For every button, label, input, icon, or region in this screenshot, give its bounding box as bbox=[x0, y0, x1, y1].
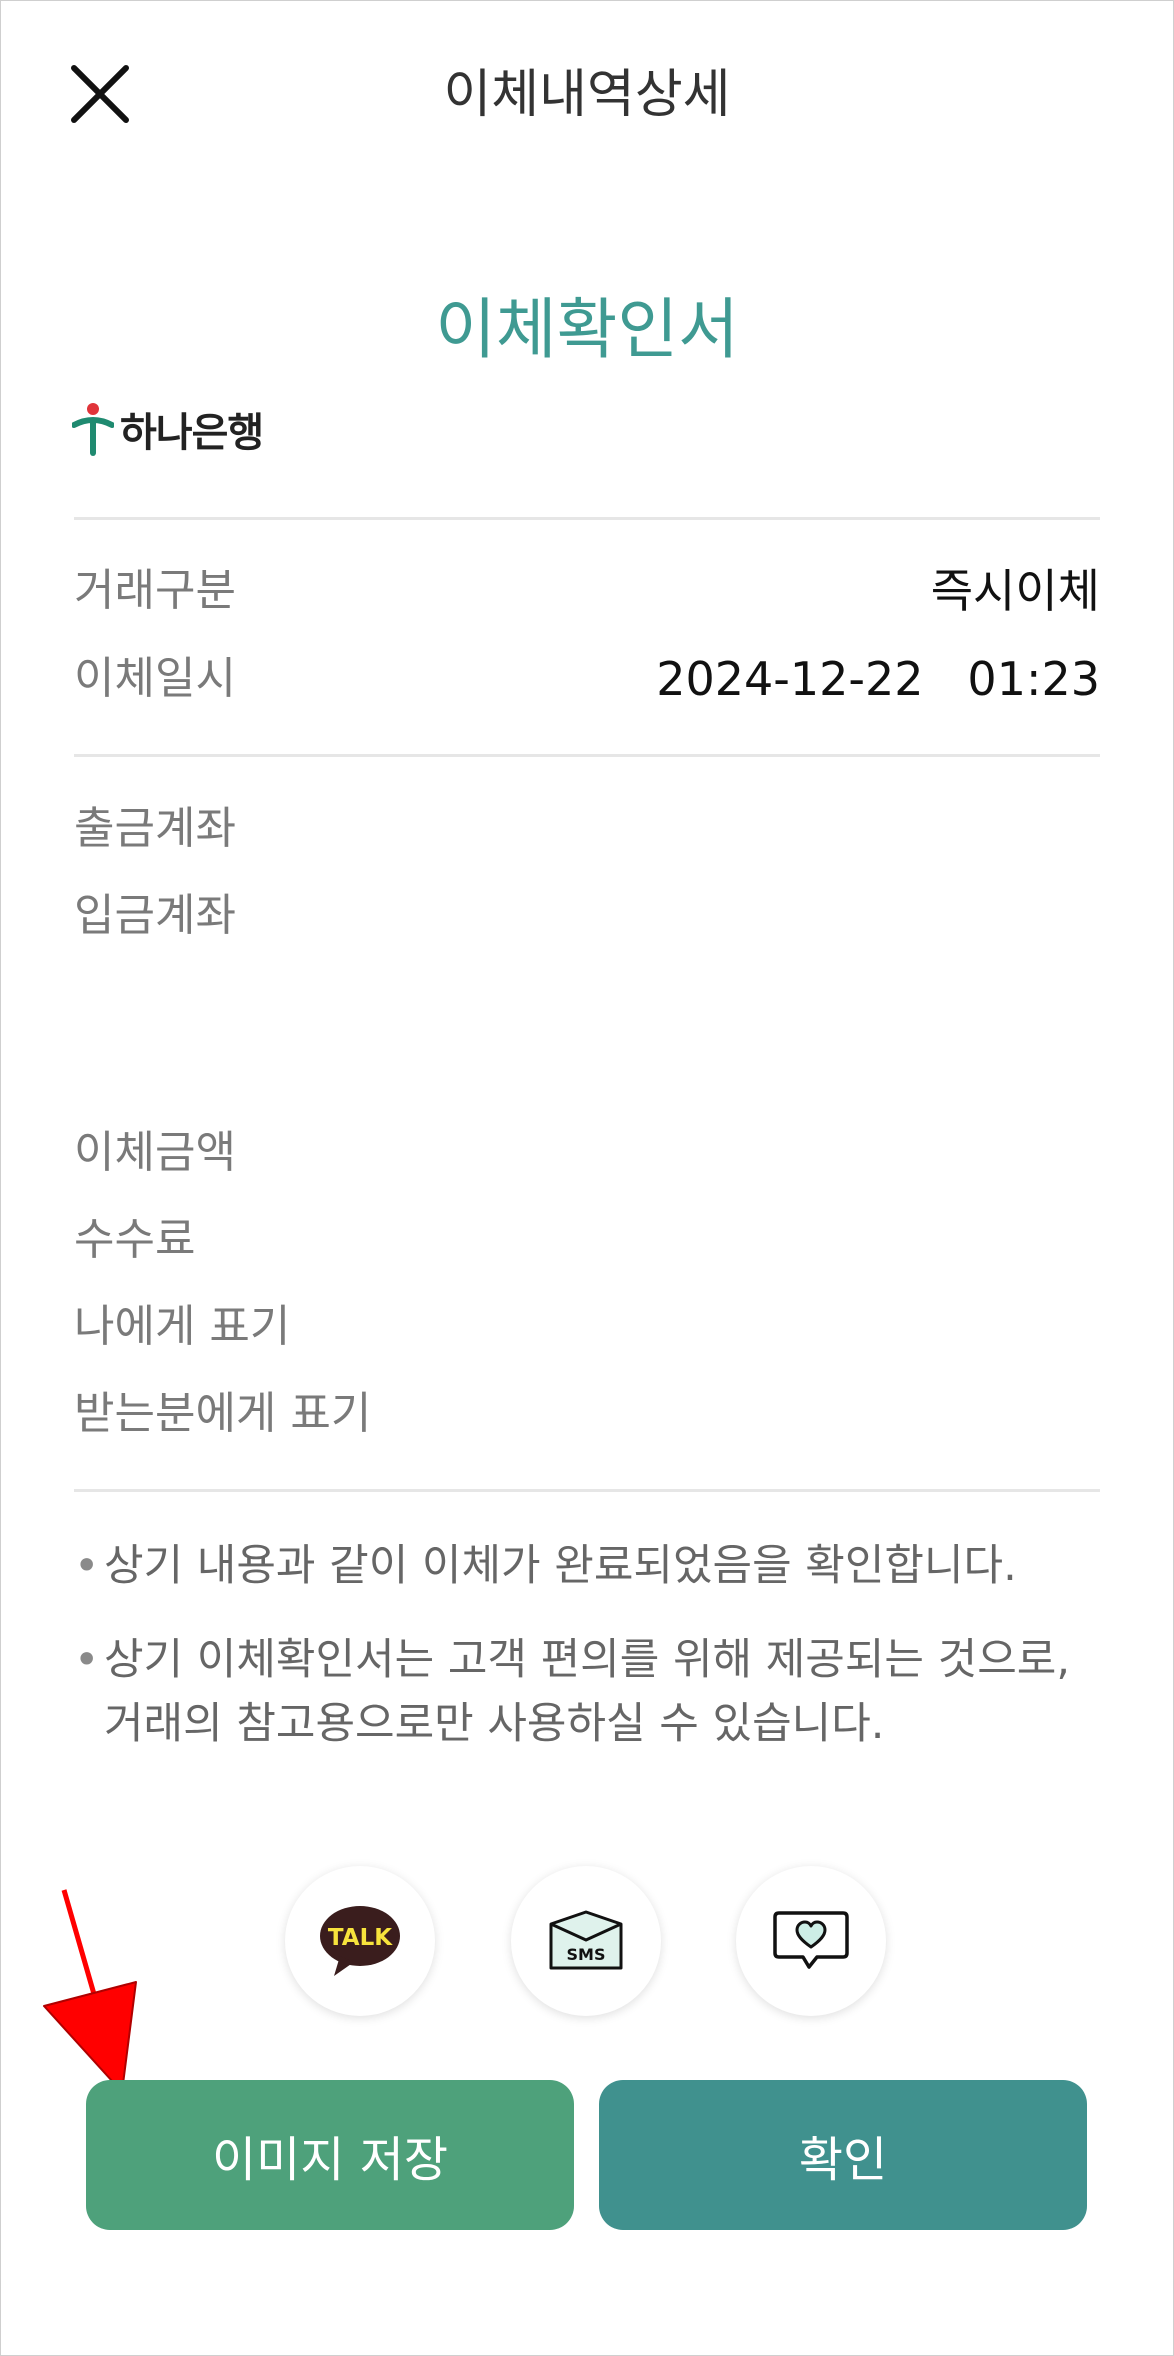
fee-label: 수수료 bbox=[74, 1214, 196, 1265]
sms-icon-text: SMS bbox=[567, 1945, 606, 1964]
save-image-button[interactable]: 이미지 저장 bbox=[86, 2080, 574, 2230]
confirm-button[interactable]: 확인 bbox=[599, 2080, 1087, 2230]
notice-item: • 상기 이체확인서는 고객 편의를 위해 제공되는 것으로, 거래의 참고용으로… bbox=[74, 1628, 1104, 1756]
memo-to-recipient-label: 받는분에게 표기 bbox=[74, 1388, 372, 1439]
kakaotalk-icon-text: TALK bbox=[328, 1925, 393, 1951]
deposit-account-label: 입금계좌 bbox=[74, 890, 236, 941]
memo-to-me-label: 나에게 표기 bbox=[74, 1301, 291, 1352]
transfer-amount-label: 이체금액 bbox=[74, 1127, 236, 1178]
sms-share-button[interactable]: SMS bbox=[511, 1866, 661, 2016]
bullet-icon: • bbox=[74, 1541, 100, 1591]
bank-name: 하나은행 bbox=[120, 410, 264, 456]
kakaotalk-share-button[interactable]: TALK bbox=[285, 1866, 435, 2016]
transaction-type-value: 즉시이체 bbox=[930, 564, 1100, 618]
divider bbox=[74, 754, 1100, 757]
page-title: 이체내역상세 bbox=[443, 65, 731, 125]
withdrawal-account-label: 출금계좌 bbox=[74, 803, 236, 854]
sms-envelope-icon: SMS bbox=[549, 1910, 623, 1970]
divider bbox=[74, 517, 1100, 520]
annotation-arrow-icon bbox=[43, 1889, 137, 2093]
transfer-datetime-label: 이체일시 bbox=[74, 653, 236, 704]
transfer-datetime-value: 2024-12-22 01:23 bbox=[656, 652, 1100, 706]
bullet-icon: • bbox=[74, 1635, 100, 1685]
hana-logo-icon bbox=[72, 403, 114, 456]
kakaotalk-icon: TALK bbox=[320, 1906, 400, 1976]
document-title: 이체확인서 bbox=[435, 291, 739, 368]
divider bbox=[74, 1489, 1100, 1492]
notice-text: 상기 내용과 같이 이체가 완료되었음을 확인합니다. bbox=[104, 1541, 1017, 1591]
notice-item: • 상기 내용과 같이 이체가 완료되었음을 확인합니다. bbox=[74, 1534, 1104, 1598]
heart-message-icon bbox=[773, 1911, 849, 1969]
transaction-type-label: 거래구분 bbox=[74, 565, 236, 616]
notice-text: 상기 이체확인서는 고객 편의를 위해 제공되는 것으로, 거래의 참고용으로만… bbox=[104, 1635, 1070, 1749]
message-share-button[interactable] bbox=[736, 1866, 886, 2016]
bank-logo: 하나은행 bbox=[72, 400, 264, 458]
